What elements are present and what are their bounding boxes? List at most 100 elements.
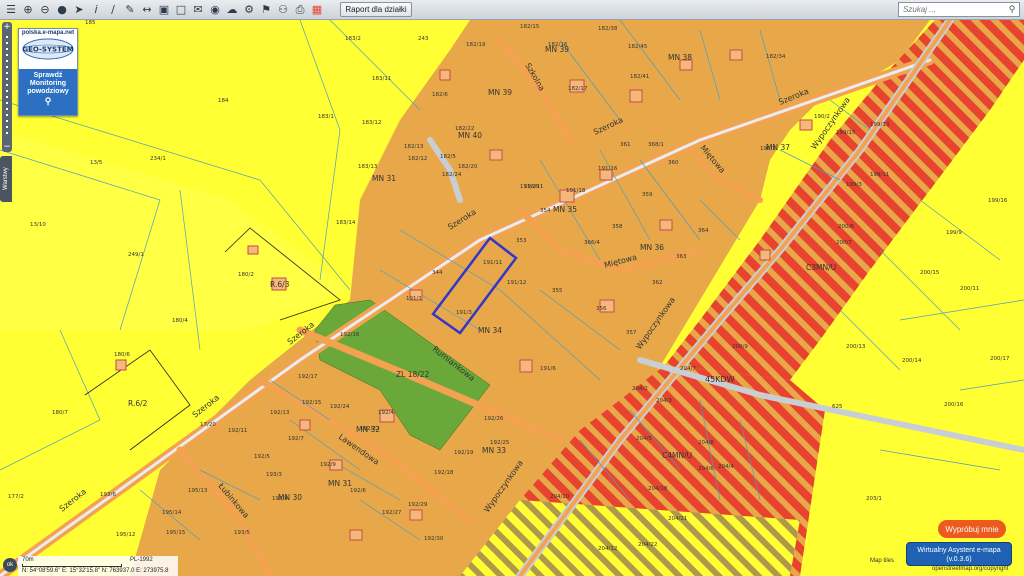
parcel-number: 182/22 (455, 126, 474, 132)
cart-icon[interactable]: ⚇ (276, 3, 290, 17)
logo-text: GEO-SYSTEM (22, 46, 73, 54)
street-label: 45KDW (705, 375, 735, 384)
parcel-number: 200/13 (846, 344, 866, 350)
parcel-number: 200/16 (944, 402, 964, 408)
info-icon[interactable]: i (89, 3, 103, 17)
search-box[interactable]: ⚲ (898, 2, 1020, 17)
attribution-osm[interactable]: openstreetmap.org/copyright (932, 566, 1008, 572)
parcel-number: 368/1 (648, 142, 664, 148)
parcel-number: 203/1 (866, 496, 882, 502)
parcel-number: 200/6 (838, 224, 854, 230)
parcel-number: 192/9 (320, 462, 336, 468)
try-me-button[interactable]: Wypróbuj mnie (938, 520, 1006, 538)
parcel-number: 184 (218, 98, 229, 104)
parcel-number: 192/17 (298, 374, 318, 380)
parcel-number: 192/29 (408, 502, 428, 508)
street-label: Wypoczynkowa (634, 295, 677, 351)
parcel-number: 195/14 (162, 510, 182, 516)
badge-monitoring-panel[interactable]: Sprawdź Monitoring powodziowy ⚲ (19, 69, 77, 115)
parcel-number: 192/15 (302, 400, 322, 406)
parcel-number: 182/41 (630, 74, 649, 80)
arrows-icon[interactable]: ↔ (140, 3, 154, 17)
parcel-number: 190/1 (760, 146, 776, 152)
layers-icon[interactable]: ☰ (4, 3, 18, 17)
zoom-plus-icon[interactable]: + (2, 22, 12, 32)
rect-icon[interactable]: □ (174, 3, 188, 17)
print-icon[interactable]: ⎙ (293, 3, 307, 17)
parcel-number: 353 (516, 238, 527, 244)
pin-icon[interactable]: ◉ (208, 3, 222, 17)
zone-label: C3MN/U (806, 263, 836, 272)
parcel-number: 359 (642, 192, 653, 198)
coordinates-readout: N: 54°08'59.6" E: 15°32'15.8" N: 763937.… (22, 568, 169, 574)
zone-label: MN 31 (372, 174, 396, 183)
map-labels: Szeroka Szeroka Szeroka Szeroka Szeroka … (8, 20, 1010, 552)
parcel-number: 200/17 (990, 356, 1010, 362)
parcel-number: 182/13 (404, 144, 424, 150)
parcel-number: 183/14 (336, 220, 356, 226)
zone-label: MN 38 (668, 53, 692, 62)
parcel-number: 199/16 (988, 198, 1008, 204)
street-label: Łubinkowa (216, 481, 251, 520)
parcel-number: 192/7 (288, 436, 304, 442)
measure-icon[interactable]: ∕ (106, 3, 120, 17)
parcel-number: 192/16 (340, 332, 360, 338)
assistant-version: (v.0.3.6) (946, 556, 972, 563)
parcel-number: 190/2 (814, 114, 830, 120)
parcel-number: 182/6 (432, 92, 448, 98)
zone-label: MN 35 (553, 205, 577, 214)
zoom-track[interactable] (6, 36, 8, 136)
zoom-in-icon[interactable]: ⊕ (21, 3, 35, 17)
parcel-number: 182/24 (442, 172, 462, 178)
map-canvas[interactable]: Szeroka Szeroka Szeroka Szeroka Szeroka … (0, 20, 1024, 576)
pointer-icon[interactable]: ➤ (72, 3, 86, 17)
search-icon[interactable]: ⚲ (1005, 5, 1019, 15)
parcel-number: 199/15 (836, 130, 856, 136)
parcel-number: 361 (620, 142, 631, 148)
search-input[interactable] (899, 3, 1005, 16)
virtual-assistant-button[interactable]: Wirtualny Asystent e-mapa (v.0.3.6) (906, 542, 1012, 566)
parcel-number: 180/7 (52, 410, 68, 416)
parcel-number: 195/13 (188, 488, 208, 494)
street-label: Szeroka (592, 115, 625, 137)
parcel-number: 192/27 (382, 510, 402, 516)
parcel-number: 360 (668, 160, 679, 166)
magnifier-icon: ⚲ (44, 96, 52, 106)
parcel-number: 356 (596, 306, 607, 312)
pencil-icon[interactable]: ✎ (123, 3, 137, 17)
parcel-number: 191/16 (598, 166, 618, 172)
parcel-number: 364 (698, 228, 709, 234)
parcel-number: 191/18 (566, 188, 586, 194)
assistant-title: Wirtualny Asystent e-mapa (917, 547, 1001, 554)
badge-line2: Monitoring (29, 80, 67, 87)
grid-icon[interactable]: ▦ (310, 3, 324, 17)
gear-icon[interactable]: ⚙ (242, 3, 256, 17)
zone-label: MN 36 (640, 243, 664, 252)
badge-site: polska.e-mapa.net (21, 30, 75, 36)
parcel-number: 204/5 (636, 436, 652, 442)
parcel-number: 344 (432, 270, 443, 276)
parcel-number: 180/2 (238, 272, 254, 278)
flag-icon[interactable]: ⚑ (259, 3, 273, 17)
parcel-number: 192/22 (360, 426, 379, 432)
projection-label[interactable]: PL-1992 (130, 557, 153, 563)
zoom-minus-icon[interactable]: − (2, 142, 12, 152)
street-label: Lawendowa (337, 432, 381, 467)
image-icon[interactable]: ▣ (157, 3, 171, 17)
parcel-number: 204/8 (698, 440, 714, 446)
zoom-slider[interactable]: + − (2, 22, 12, 152)
circle-icon[interactable]: ● (55, 3, 69, 17)
parcel-number: 182/16 (548, 42, 568, 48)
cloud-icon[interactable]: ☁ (225, 3, 239, 17)
parcel-number: 192/18 (434, 470, 454, 476)
ok-button[interactable]: ok (3, 558, 17, 572)
monitoring-badge[interactable]: polska.e-mapa.net GEO-SYSTEM Sprawdź Mon… (18, 28, 78, 116)
street-label: Szeroka (58, 487, 89, 514)
parcel-number: 366/4 (584, 240, 600, 246)
street-label: Miętowa (698, 144, 727, 176)
parcel-number: 243 (418, 36, 429, 42)
comment-icon[interactable]: ✉ (191, 3, 205, 17)
layers-tab[interactable]: Warstwy (0, 156, 12, 202)
zoom-out-icon[interactable]: ⊖ (38, 3, 52, 17)
report-button[interactable]: Raport dla działki (340, 2, 412, 17)
